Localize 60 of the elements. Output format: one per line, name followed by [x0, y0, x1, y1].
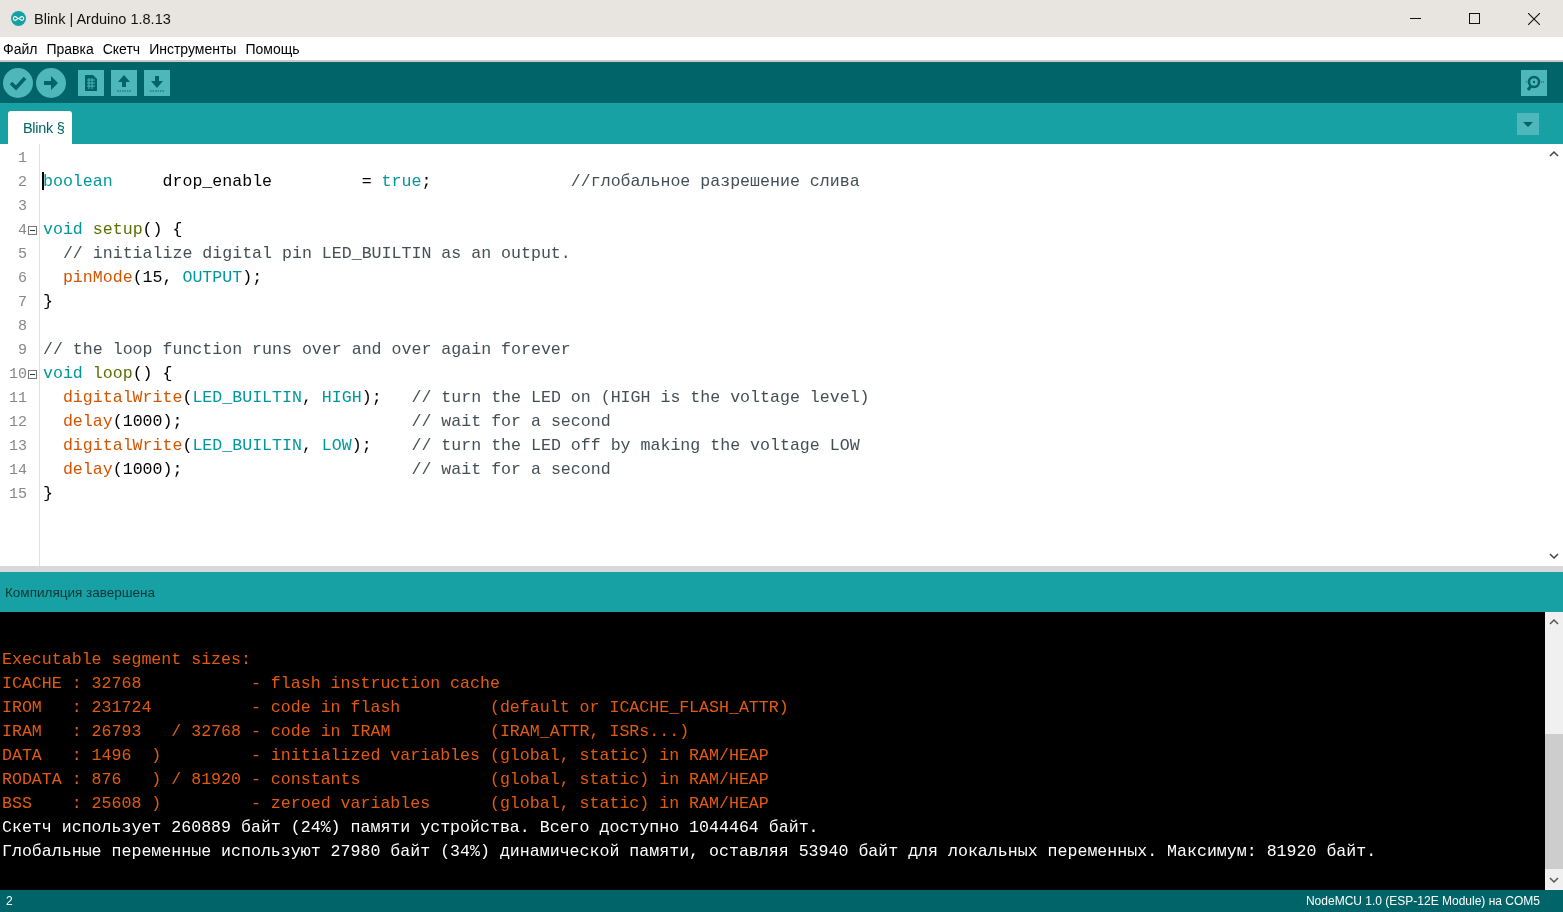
console-line: BSS : 25608 ) - zeroed variables (global, static) in RAM/HEAP	[2, 793, 770, 815]
text-cursor	[42, 172, 44, 190]
console-line: IROM : 231724 - code in flash (default or ICACHE_FLASH_ATTR)	[2, 697, 790, 719]
code-line: void setup() {	[43, 219, 184, 241]
tab-menu-button[interactable]	[1517, 112, 1539, 135]
fold-toggle-icon[interactable]	[28, 370, 37, 379]
maximize-icon[interactable]	[1469, 13, 1480, 24]
scrollbar-thumb[interactable]	[1545, 734, 1563, 869]
code-line: delay(1000); // wait for a second	[61, 459, 612, 481]
line-indicator: 2	[6, 894, 13, 908]
verify-button[interactable]	[3, 67, 33, 98]
code-line: // initialize digital pin LED_BUILTIN as an output.	[61, 243, 572, 265]
code-line: pinMode(15, OUTPUT);	[61, 267, 264, 289]
line-number: 14	[9, 461, 27, 479]
code-line: }	[43, 483, 54, 505]
line-number: 9	[18, 341, 27, 359]
close-icon[interactable]	[1527, 12, 1540, 25]
open-button[interactable]	[111, 69, 137, 96]
line-number: 12	[9, 413, 27, 431]
board-port-label: NodeMCU 1.0 (ESP-12E Module) на COM5	[1305, 894, 1540, 908]
code-line: void loop() {	[43, 363, 174, 385]
line-number: 6	[18, 269, 27, 287]
code-line: digitalWrite(LED_BUILTIN, LOW); // turn the LED off by making the voltage LOW	[61, 435, 861, 457]
save-button[interactable]	[144, 69, 170, 96]
app-logo-icon	[11, 11, 26, 26]
fold-toggle-icon[interactable]	[28, 226, 37, 235]
serial-monitor-button[interactable]	[1521, 69, 1547, 96]
window-title: Blink | Arduino 1.8.13	[34, 10, 171, 27]
code-line: delay(1000); // wait for a second	[61, 411, 612, 433]
code-line: // the loop function runs over and over again forever	[43, 339, 572, 361]
menu-item[interactable]: Правка	[46, 40, 94, 57]
line-number: 15	[9, 485, 27, 503]
upload-button[interactable]	[36, 67, 66, 98]
line-number: 8	[18, 317, 27, 335]
menu-item[interactable]: Файл	[3, 40, 38, 57]
editor-tab[interactable]: Blink §	[8, 111, 73, 144]
line-number: 3	[18, 197, 27, 215]
line-number: 13	[9, 437, 27, 455]
line-number: 7	[18, 293, 27, 311]
console-line: IRAM : 26793 / 32768 - code in IRAM (IRAM_ATTR, ISRs...)	[2, 721, 691, 743]
menu-item[interactable]: Инструменты	[149, 40, 237, 57]
line-number: 2	[18, 173, 27, 191]
line-number: 10	[9, 365, 27, 383]
menu-item[interactable]: Помощь	[245, 40, 300, 57]
console-line: DATA : 1496 ) - initialized variables (global, static) in RAM/HEAP	[2, 745, 770, 767]
console-line: Глобальные переменные используют 27980 байт (34%) динамической памяти, оставляя 53940 байт для локальных переменных. Максимум: 81920 байт.	[2, 841, 1378, 863]
console-line: Скетч использует 260889 байт (24%) памяти устройства. Всего доступно 1044464 байт.	[2, 817, 820, 839]
console-line: RODATA : 876 ) / 81920 - constants (global, static) in RAM/HEAP	[2, 769, 770, 791]
code-line: digitalWrite(LED_BUILTIN, HIGH); // turn the LED on (HIGH is the voltage level)	[61, 387, 871, 409]
console-line: ICACHE : 32768 - flash instruction cache	[2, 673, 501, 695]
new-file-button[interactable]	[78, 69, 104, 96]
line-number: 11	[9, 389, 27, 407]
line-number: 4	[18, 221, 27, 239]
status-message: Компиляция завершена	[5, 584, 156, 600]
menu-item[interactable]: Скетч	[102, 40, 141, 57]
line-number: 1	[18, 149, 27, 167]
code-line: }	[43, 291, 54, 313]
line-number: 5	[18, 245, 27, 263]
console-line: Executable segment sizes:	[2, 649, 252, 671]
code-line: boolean drop_enable = true; //глобальное разрешение слива	[43, 171, 861, 193]
